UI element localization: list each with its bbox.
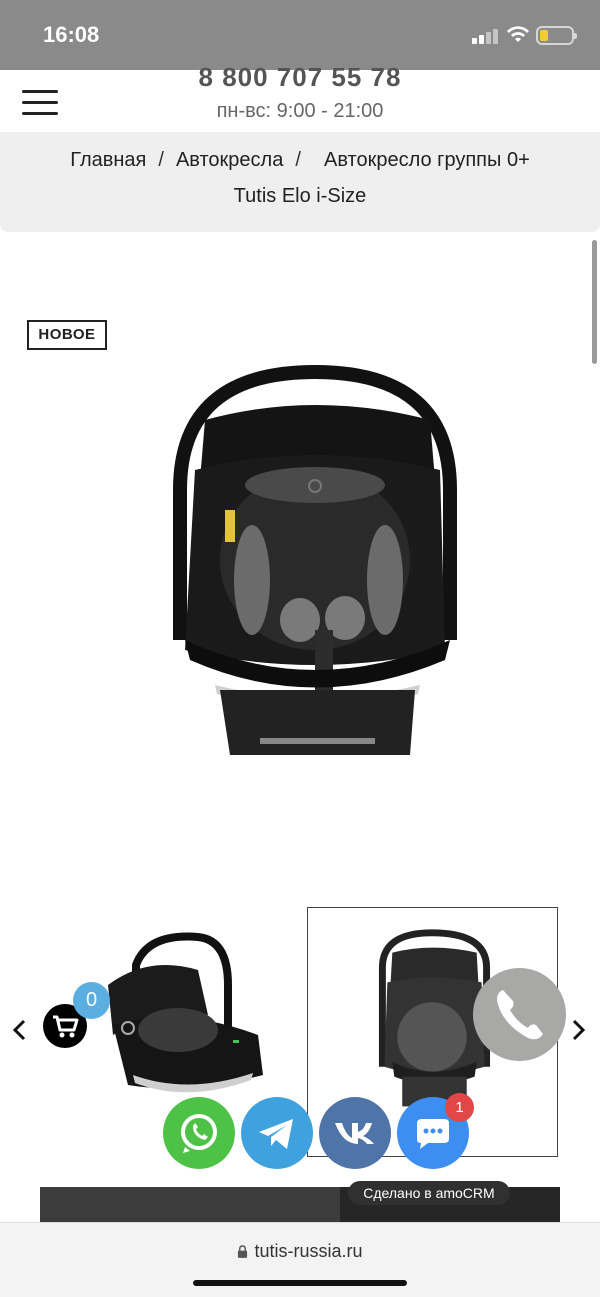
phone-icon	[497, 990, 543, 1040]
breadcrumb-separator: /	[295, 149, 301, 171]
status-bar: 16:08	[0, 0, 600, 70]
thumbnail-side-view[interactable]	[88, 925, 273, 1110]
call-button[interactable]	[473, 968, 566, 1061]
site-header: 8 800 707 55 78 пн-вс: 9:00 - 21:00	[0, 62, 600, 132]
phone-number[interactable]: 8 800 707 55 78	[0, 62, 600, 93]
amocrm-label[interactable]: Сделано в amoCRM	[348, 1181, 510, 1205]
breadcrumb: Главная / Автокресла / Автокресло группы 0+…	[0, 132, 600, 232]
vk-icon	[335, 1123, 374, 1144]
whatsapp-button[interactable]	[163, 1097, 235, 1169]
telegram-button[interactable]	[241, 1097, 313, 1169]
scrollbar[interactable]	[592, 240, 597, 364]
breadcrumb-home[interactable]: Главная	[70, 149, 146, 171]
battery-icon	[536, 26, 577, 45]
cellular-signal-icon	[472, 28, 502, 44]
cart-count-badge: 0	[73, 982, 110, 1019]
breadcrumb-current-cont: Tutis Elo i-Size	[233, 185, 367, 207]
telegram-icon	[259, 1119, 293, 1149]
status-time: 16:08	[43, 22, 100, 47]
working-hours: пн-вс: 9:00 - 21:00	[216, 100, 384, 122]
battery-level	[540, 30, 548, 41]
wifi-icon	[507, 26, 529, 42]
chevron-right-icon[interactable]	[568, 1018, 588, 1042]
home-indicator[interactable]	[193, 1280, 407, 1286]
car-seat-image[interactable]	[160, 360, 470, 760]
url-text: tutis-russia.ru	[254, 1241, 363, 1261]
whatsapp-icon	[181, 1114, 217, 1153]
new-badge: НОВОЕ	[27, 320, 107, 350]
hamburger-menu-icon[interactable]	[22, 88, 60, 118]
lock-icon	[238, 1245, 248, 1258]
breadcrumb-separator: /	[158, 149, 164, 171]
chevron-left-icon[interactable]	[10, 1018, 30, 1042]
breadcrumb-current: Автокресло группы 0+	[324, 149, 530, 171]
chat-unread-badge: 1	[445, 1093, 474, 1122]
vk-button[interactable]	[319, 1097, 391, 1169]
breadcrumb-category[interactable]: Автокресла	[176, 149, 283, 171]
